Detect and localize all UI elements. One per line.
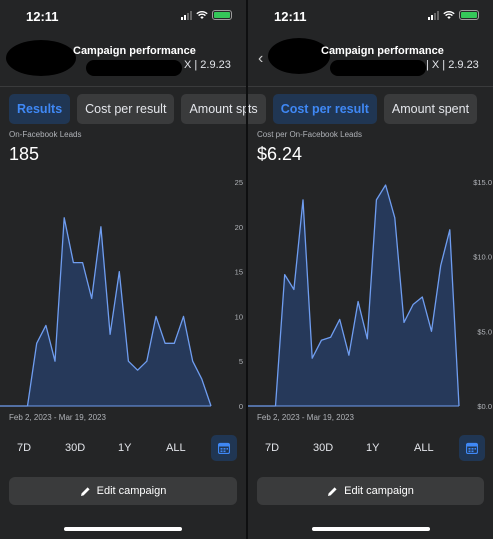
range-1y-button[interactable]: 1Y (366, 442, 379, 454)
edit-campaign-label: Edit campaign (96, 485, 167, 497)
wifi-icon (443, 10, 455, 19)
tab-results[interactable]: Results (9, 94, 71, 124)
tab-amount-spent[interactable]: Amount spent (383, 94, 478, 124)
divider (248, 86, 493, 87)
range-all-button[interactable]: ALL (166, 442, 186, 454)
cost-per-result-chart: $15.0 $10.0 $5.0 $0.0 (248, 178, 492, 411)
signal-icon (428, 10, 439, 20)
pencil-icon (80, 486, 90, 496)
y-tick-label: 15 (235, 268, 243, 277)
edit-campaign-button[interactable]: Edit campaign (9, 477, 237, 505)
battery-icon (212, 10, 232, 20)
metric-value: 185 (9, 144, 40, 164)
y-tick-label: $5.0 (477, 327, 492, 336)
page-subtitle: X | 2.9.23 (184, 59, 231, 71)
calendar-button[interactable] (459, 435, 485, 461)
page-header: Campaign performance X | 2.9.23 (0, 38, 246, 82)
left-screen: 12:11 Campaign performance X | 2.9.23 Re… (0, 0, 246, 539)
y-tick-label: $10.0 (473, 253, 492, 262)
tab-amount-spent[interactable]: Amount spent (181, 94, 246, 124)
chart-area (248, 185, 459, 406)
y-tick-label: $15.0 (473, 178, 492, 187)
redacted-name (86, 60, 182, 76)
status-bar: 12:11 (248, 0, 493, 32)
battery-icon (459, 10, 479, 20)
status-time: 12:11 (274, 9, 307, 24)
signal-icon (181, 10, 192, 20)
y-tick-label: 0 (239, 402, 243, 411)
y-tick-label: 10 (235, 312, 243, 321)
range-7d-button[interactable]: 7D (265, 442, 279, 454)
y-tick-label: 25 (235, 178, 243, 187)
edit-campaign-label: Edit campaign (344, 485, 414, 497)
tab-cost-per-result[interactable]: Cost per result (77, 94, 175, 124)
y-tick-label: 5 (239, 357, 243, 366)
status-time: 12:11 (26, 9, 59, 24)
home-indicator (312, 527, 430, 531)
calendar-icon (466, 442, 478, 454)
results-chart: 25 20 15 10 5 0 (0, 178, 243, 411)
range-30d-button[interactable]: 30D (65, 442, 85, 454)
redacted-name (330, 60, 426, 76)
range-7d-button[interactable]: 7D (17, 442, 31, 454)
metric-tabs: Results Cost per result Amount spent (248, 94, 478, 124)
metric-value: $6.24 (257, 144, 303, 164)
date-range: Feb 2, 2023 - Mar 19, 2023 (257, 413, 354, 422)
status-icons (428, 10, 479, 20)
y-tick-label: 20 (235, 223, 243, 232)
avatar (6, 40, 76, 76)
page-header: ‹ Campaign performance | X | 2.9.23 (248, 38, 493, 82)
metric-label: Cost per On-Facebook Leads (257, 130, 362, 139)
right-screen: 12:11 ‹ Campaign performance | X | 2.9.2… (248, 0, 493, 539)
status-icons (181, 10, 232, 20)
chevron-left-icon[interactable]: ‹ (258, 50, 263, 68)
page-title: Campaign performance (73, 45, 196, 57)
calendar-button[interactable] (211, 435, 237, 461)
divider (0, 86, 246, 87)
range-all-button[interactable]: ALL (414, 442, 434, 454)
page-title: Campaign performance (321, 45, 444, 57)
metric-label: On-Facebook Leads (9, 130, 82, 139)
date-range: Feb 2, 2023 - Mar 19, 2023 (9, 413, 106, 422)
page-subtitle: | X | 2.9.23 (426, 59, 479, 71)
y-tick-label: $0.0 (477, 402, 492, 411)
tab-results[interactable]: Results (248, 94, 266, 124)
tab-cost-per-result[interactable]: Cost per result (272, 94, 377, 124)
pencil-icon (328, 486, 337, 496)
range-1y-button[interactable]: 1Y (118, 442, 131, 454)
wifi-icon (196, 10, 208, 19)
status-bar: 12:11 (0, 0, 246, 32)
home-indicator (64, 527, 182, 531)
calendar-icon (218, 442, 230, 454)
range-30d-button[interactable]: 30D (313, 442, 333, 454)
edit-campaign-button[interactable]: Edit campaign (257, 477, 484, 505)
metric-tabs: Results Cost per result Amount spent (9, 94, 246, 124)
